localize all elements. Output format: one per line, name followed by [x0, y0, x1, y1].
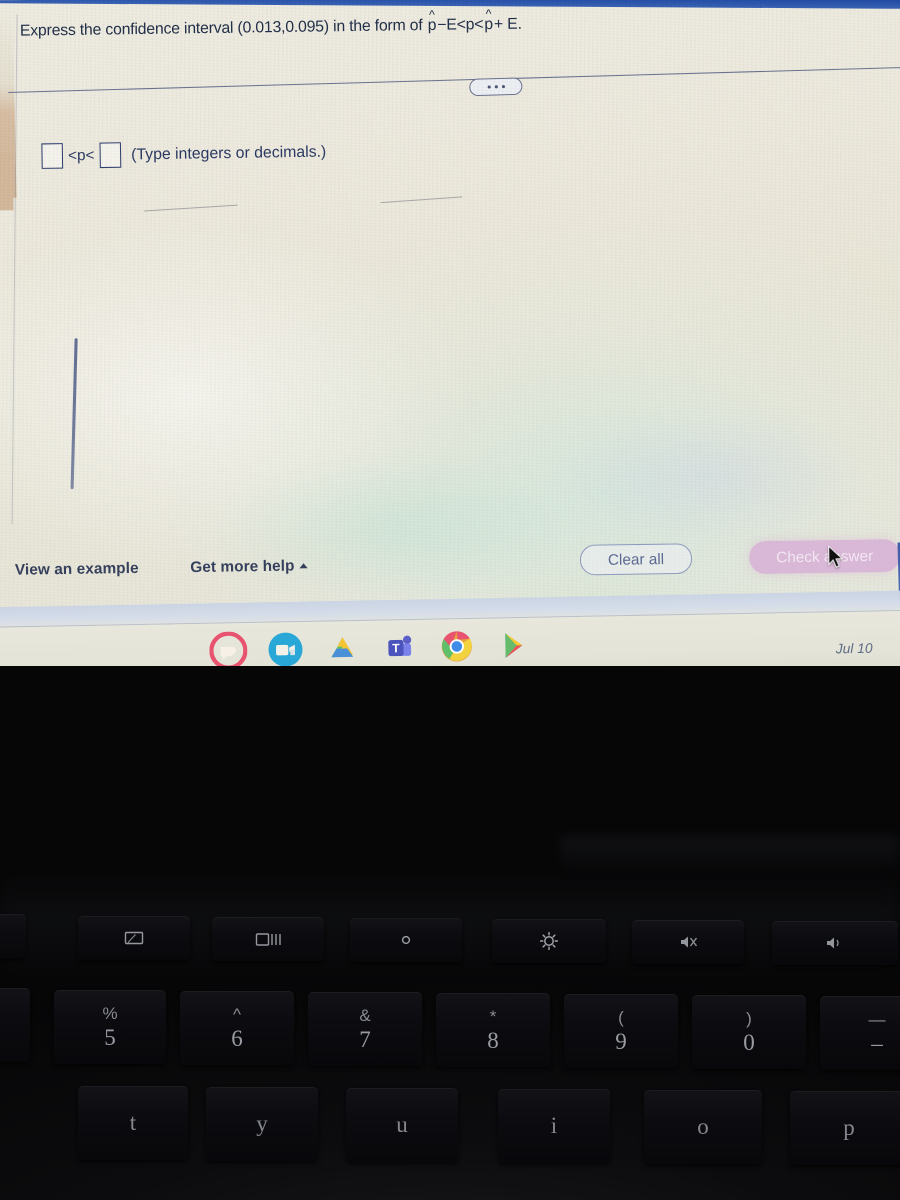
question-middle: −E<p< — [437, 15, 484, 34]
number-key-5[interactable]: % 5 — [54, 990, 166, 1064]
p-hat-symbol-1: ^ p — [427, 7, 438, 36]
letter-key-p[interactable]: p — [790, 1091, 900, 1165]
google-chrome-icon[interactable] — [438, 627, 476, 665]
key-letter-label: t — [129, 1110, 137, 1135]
key-letter-label: o — [697, 1114, 709, 1139]
laptop-keyboard: ↰ — [0, 666, 900, 1200]
shelf-icon-group: T — [209, 626, 533, 670]
google-drive-icon[interactable] — [323, 629, 361, 667]
number-key-8[interactable]: * 8 — [436, 993, 550, 1067]
clear-all-button[interactable]: Clear all — [579, 543, 693, 576]
number-key-7[interactable]: & 7 — [308, 992, 422, 1066]
chevron-up-icon — [299, 563, 308, 569]
letter-key-i[interactable]: i — [498, 1089, 610, 1163]
partial-number-key-left[interactable] — [0, 988, 30, 1062]
mouse-cursor-icon — [828, 545, 844, 568]
view-an-example-link[interactable]: View an example — [15, 560, 139, 579]
partial-key-left[interactable]: ↰ — [0, 914, 26, 958]
overview-windows-key[interactable] — [212, 917, 324, 961]
letter-key-t[interactable]: t — [78, 1086, 188, 1160]
brightness-up-key[interactable] — [492, 919, 606, 963]
screenshot-root: Express the confidence interval (0.013,0… — [0, 0, 900, 1200]
hat-accent-2: ^ — [485, 6, 492, 21]
desk-left-edge-lower — [0, 153, 14, 211]
key-shift-label: ^ — [233, 1005, 241, 1024]
brightness-down-key[interactable] — [350, 918, 462, 962]
key-digit-label: 9 — [615, 1029, 627, 1054]
volume-down-key[interactable] — [772, 921, 898, 965]
ellipsis-dot — [494, 85, 498, 89]
expand-ellipsis-button[interactable] — [469, 77, 523, 97]
key-letter-label: y — [256, 1111, 268, 1136]
volume-icon — [827, 937, 839, 949]
brightness-high-icon — [539, 931, 559, 951]
fullscreen-icon — [124, 931, 144, 945]
shelf-date-label[interactable]: Jul 10 — [836, 640, 873, 656]
key-shift-label: % — [102, 1004, 118, 1023]
question-suffix: + E. — [493, 15, 522, 34]
inequality-operator: <p< — [67, 146, 95, 165]
key-shift-label: ) — [746, 1009, 752, 1028]
google-meet-icon[interactable] — [266, 630, 304, 668]
get-more-help-label: Get more help — [190, 557, 295, 577]
key-letter-label: i — [550, 1113, 558, 1138]
fullscreen-key[interactable] — [78, 916, 190, 960]
mute-icon — [681, 936, 698, 948]
key-digit-label: 5 — [104, 1025, 116, 1050]
answer-hint-text: (Type integers or decimals.) — [131, 142, 327, 164]
get-more-help-link[interactable]: Get more help — [190, 557, 308, 576]
key-letter-label: p — [843, 1115, 855, 1140]
number-key-9[interactable]: ( 9 — [564, 994, 678, 1068]
key-shift-label: * — [489, 1007, 497, 1026]
number-key-0[interactable]: ) 0 — [692, 995, 806, 1069]
answer-row: <p< (Type integers or decimals.) — [41, 139, 326, 169]
key-digit-label: 7 — [359, 1027, 371, 1052]
key-shift-label: & — [359, 1006, 371, 1025]
key-digit-label: 0 — [743, 1030, 755, 1055]
check-answer-button[interactable]: Check answer — [748, 539, 900, 574]
upper-bound-input[interactable] — [99, 142, 122, 169]
p-hat-symbol-2: ^ p — [483, 7, 494, 35]
laptop-screen: Express the confidence interval (0.013,0… — [0, 0, 900, 686]
google-play-store-icon[interactable] — [495, 626, 533, 664]
key-digit-label: – — [871, 1031, 883, 1056]
key-digit-label: 6 — [231, 1026, 243, 1051]
overview-icon — [255, 932, 281, 946]
ellipsis-dot — [487, 85, 491, 89]
number-key-6[interactable]: ^ 6 — [180, 991, 294, 1065]
letter-key-o[interactable]: o — [644, 1090, 762, 1164]
gmail-icon[interactable] — [209, 631, 248, 670]
svg-text:T: T — [392, 641, 400, 655]
key-digit-label: 8 — [487, 1028, 499, 1053]
keyboard-deck-sheen-right — [560, 836, 900, 876]
mute-key[interactable] — [632, 920, 744, 964]
ellipsis-dot — [501, 85, 505, 89]
microsoft-teams-icon[interactable]: T — [380, 628, 418, 666]
hat-accent-1: ^ — [428, 7, 435, 22]
letter-key-y[interactable]: y — [206, 1087, 318, 1161]
key-letter-label: u — [396, 1112, 408, 1137]
key-shift-label: — — [868, 1010, 886, 1029]
minus-key[interactable]: — – — [820, 996, 900, 1070]
letter-key-u[interactable]: u — [346, 1088, 458, 1162]
brightness-low-icon — [401, 935, 411, 945]
lower-bound-input[interactable] — [41, 143, 64, 169]
key-shift-label: ( — [618, 1008, 624, 1027]
